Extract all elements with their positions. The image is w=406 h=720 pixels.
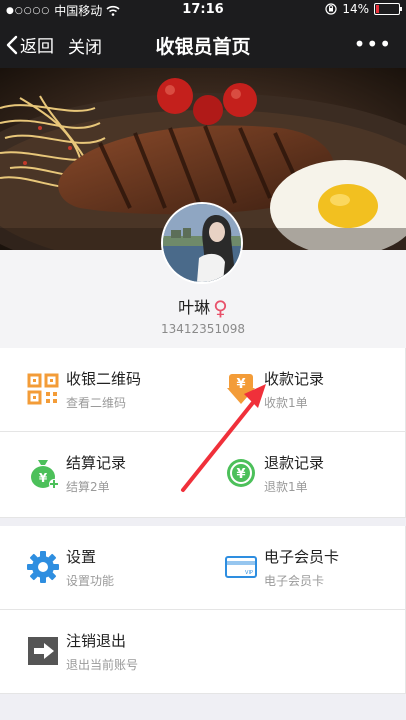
female-gender-icon: ♀	[213, 296, 228, 320]
menu-item-title: 退款记录	[264, 454, 325, 472]
menu-item-settings[interactable]: 设置 设置功能	[0, 526, 199, 610]
qr-code-icon	[26, 372, 60, 406]
menu-item-title: 收银二维码	[66, 370, 142, 388]
svg-text:¥: ¥	[236, 467, 245, 482]
menu-item-refund-records[interactable]: ¥ 退款记录退款1单	[198, 432, 406, 518]
yen-down-icon: ¥	[224, 372, 258, 406]
username: 叶琳 ♀	[0, 294, 406, 320]
svg-text:VIP: VIP	[245, 570, 253, 576]
money-bag-icon: ¥	[26, 456, 60, 490]
menu-item-settlement-records[interactable]: ¥ 结算记录结算2单	[0, 432, 199, 518]
chevron-left-icon	[6, 35, 18, 54]
menu-item-title: 设置	[66, 548, 97, 566]
page-title: 收银员首页	[155, 36, 251, 58]
menu-item-title: 电子会员卡	[264, 548, 340, 566]
menu-item-subtitle: 收款1单	[264, 396, 308, 410]
more-menu-button[interactable]: •••	[354, 32, 392, 56]
menu-item-subtitle: 电子会员卡	[264, 574, 325, 588]
svg-text:¥: ¥	[236, 377, 245, 392]
gear-icon	[26, 550, 60, 584]
menu-item-title: 收款记录	[264, 370, 325, 388]
back-button[interactable]: 返回	[6, 32, 54, 57]
username-text: 叶琳	[178, 298, 211, 317]
battery-icon	[374, 3, 402, 15]
svg-text:¥: ¥	[39, 471, 48, 485]
status-bar: ●○○○○ 中国移动 17:16 14%	[0, 0, 406, 20]
phone-number: 13412351098	[161, 322, 245, 336]
menu-item-subtitle: 退款1单	[264, 480, 308, 494]
menu-item-subtitle: 查看二维码	[66, 396, 127, 410]
menu-item-receipt-records[interactable]: ¥ 收款记录收款1单	[198, 348, 406, 432]
vip-card-icon: VIP	[224, 550, 258, 584]
rotation-lock-icon	[325, 3, 337, 15]
menu-item-cashier-qrcode[interactable]: 收银二维码查看二维码	[0, 348, 199, 432]
menu-item-member-card[interactable]: VIP 电子会员卡 电子会员卡	[198, 526, 406, 610]
nav-bar: 返回 关闭 收银员首页 •••	[0, 20, 406, 68]
menu-item-subtitle: 结算2单	[66, 480, 110, 494]
battery-percent: 14%	[342, 2, 369, 16]
menu-item-subtitle: 退出当前账号	[66, 658, 139, 672]
refund-icon: ¥	[224, 456, 258, 490]
menu-item-subtitle: 设置功能	[66, 574, 115, 588]
avatar	[161, 202, 243, 284]
menu-item-title: 注销退出	[66, 632, 127, 650]
close-button[interactable]: 关闭	[68, 33, 102, 58]
menu-item-title: 结算记录	[66, 454, 127, 472]
logout-icon	[26, 634, 60, 668]
back-label: 返回	[20, 37, 54, 57]
menu-item-logout[interactable]: 注销退出退出当前账号	[0, 610, 406, 694]
